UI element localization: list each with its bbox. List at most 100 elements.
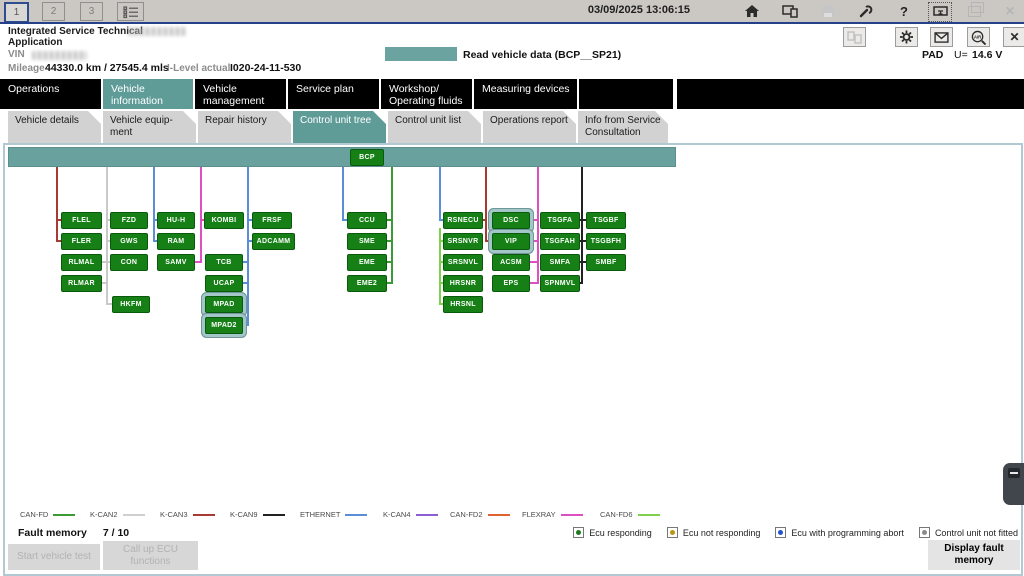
- sub-tab-repair-history[interactable]: Repair history: [198, 111, 291, 144]
- ecu-node-vip[interactable]: VIP: [492, 233, 530, 250]
- ecu-node-ucap[interactable]: UCAP: [205, 275, 243, 292]
- help-button[interactable]: ?: [893, 2, 915, 20]
- sub-tab-control-unit-list[interactable]: Control unit list: [388, 111, 481, 144]
- ecu-node-ccu[interactable]: CCU: [347, 212, 387, 229]
- bus-legend-k-can3: K-CAN3: [160, 510, 215, 519]
- ecu-node-tcb[interactable]: TCB: [205, 254, 243, 271]
- sub-tab-vehicle-equip-ment[interactable]: Vehicle equip- ment: [103, 111, 196, 144]
- ecu-node-tsgbf[interactable]: TSGBF: [586, 212, 626, 229]
- session-list-button[interactable]: [117, 2, 144, 21]
- start-vehicle-test-button[interactable]: Start vehicle test: [8, 544, 100, 570]
- close-icon: ✕: [1009, 31, 1019, 43]
- ecu-node-fzd[interactable]: FZD: [110, 212, 148, 229]
- window-restore-button[interactable]: [963, 2, 985, 20]
- ecu-node-root[interactable]: BCP: [350, 149, 384, 166]
- ecu-node-eme[interactable]: EME: [347, 254, 387, 271]
- ecu-node-ram[interactable]: RAM: [157, 233, 195, 250]
- ecu-node-con[interactable]: CON: [110, 254, 148, 271]
- ecu-node-tsgfah[interactable]: TSGFAH: [540, 233, 580, 250]
- gear-icon: [899, 30, 914, 44]
- bus-line-segment: [485, 240, 491, 242]
- status-legend-label: Ecu not responding: [683, 528, 761, 538]
- ecu-node-dsc[interactable]: DSC: [492, 212, 530, 229]
- settings-button[interactable]: [895, 27, 918, 47]
- transfer-button[interactable]: [843, 27, 866, 47]
- nav-tab-empty[interactable]: [579, 79, 673, 109]
- ecu-node-tsgbfh[interactable]: TSGBFH: [586, 233, 626, 250]
- question-icon: ?: [900, 4, 908, 19]
- ecu-node-srsnvr[interactable]: SRSNVR: [443, 233, 483, 250]
- ecu-node-fler[interactable]: FLER: [61, 233, 102, 250]
- status-legend-ecu-with-programming-abort: Ecu with programming abort: [775, 527, 904, 538]
- ecu-node-hu-h[interactable]: HU-H: [157, 212, 195, 229]
- divider: [0, 22, 1024, 24]
- page-tab-3[interactable]: 3: [80, 2, 103, 21]
- messages-button[interactable]: [930, 27, 953, 47]
- tools-button[interactable]: [856, 2, 878, 20]
- connection-manager-button[interactable]: [779, 2, 801, 20]
- ecu-node-acsm[interactable]: ACSM: [492, 254, 530, 271]
- nav-tab-service-plan[interactable]: Service plan: [288, 79, 379, 109]
- close-session-button[interactable]: ✕: [1003, 27, 1024, 47]
- status-legend-control-unit-not-fitted: Control unit not fitted: [919, 527, 1018, 538]
- call-up-ecu-functions-button[interactable]: Call up ECU functions: [103, 541, 198, 570]
- tree-zoom-control[interactable]: [1003, 463, 1024, 505]
- sub-tab-vehicle-details[interactable]: Vehicle details: [8, 111, 101, 144]
- pad-indicator: PAD: [922, 49, 943, 61]
- nav-tab-vehicle-information[interactable]: Vehicle information: [103, 79, 193, 109]
- ecu-node-samv[interactable]: SAMV: [157, 254, 195, 271]
- ecu-node-rlmal[interactable]: RLMAL: [61, 254, 102, 271]
- nav-tab-vehicle-management[interactable]: Vehicle management: [195, 79, 286, 109]
- ecu-node-hrsnr[interactable]: HRSNR: [443, 275, 483, 292]
- ecu-node-eme2[interactable]: EME2: [347, 275, 387, 292]
- bus-line-segment: [200, 167, 202, 263]
- ecu-node-smfa[interactable]: SMFA: [540, 254, 580, 271]
- app-title-line1: Integrated Service Technical: [8, 26, 143, 37]
- ecu-node-hkfm[interactable]: HKFM: [112, 296, 150, 313]
- sub-tab-control-unit-tree[interactable]: Control unit tree: [293, 111, 386, 144]
- nav-tab-operations[interactable]: Operations: [0, 79, 101, 109]
- redacted-text: [128, 27, 186, 36]
- ecu-node-hrsnl[interactable]: HRSNL: [443, 296, 483, 313]
- ecu-node-sme[interactable]: SME: [347, 233, 387, 250]
- ecu-node-rlmar[interactable]: RLMAR: [61, 275, 102, 292]
- ecu-node-mpad[interactable]: MPAD: [205, 296, 243, 313]
- ecu-node-gws[interactable]: GWS: [110, 233, 148, 250]
- status-dot-icon: [667, 527, 678, 538]
- mail-icon: [934, 32, 949, 43]
- ecu-node-spnmvl[interactable]: SPNMVL: [540, 275, 580, 292]
- page-tab-1[interactable]: 1: [4, 2, 29, 23]
- sub-tab-operations-report[interactable]: Operations report: [483, 111, 576, 144]
- ilevel-label: I-Level actual: [167, 63, 230, 74]
- window-close-button[interactable]: ✕: [999, 2, 1021, 20]
- bus-line-segment: [581, 167, 583, 284]
- sub-tab-info-from-service-consultation[interactable]: Info from Service Consultation: [578, 111, 668, 144]
- read-progress-bar: [385, 47, 457, 61]
- ecu-node-adcamm[interactable]: ADCAMM: [252, 233, 295, 250]
- bus-legend-color-line: [193, 514, 215, 516]
- fault-memory: Fault memory 7 / 10: [18, 527, 129, 539]
- content-panel: [3, 143, 1023, 576]
- bus-legend-label: CAN-FD6: [600, 510, 633, 519]
- ecu-node-flel[interactable]: FLEL: [61, 212, 102, 229]
- display-fault-memory-button[interactable]: Display fault memory: [928, 540, 1020, 570]
- ecu-node-srsnvl[interactable]: SRSNVL: [443, 254, 483, 271]
- ecu-node-tsgfa[interactable]: TSGFA: [540, 212, 580, 229]
- read-status: Read vehicle data (BCP__SP21): [463, 49, 621, 61]
- screen-select-button[interactable]: [928, 2, 952, 22]
- ecu-node-smbf[interactable]: SMBF: [586, 254, 626, 271]
- ecu-node-rsnecu[interactable]: RSNECU: [443, 212, 483, 229]
- ecu-node-frsf[interactable]: FRSF: [252, 212, 292, 229]
- print-button[interactable]: [817, 2, 839, 20]
- nav-tab-workshop-operating-fluids[interactable]: Workshop/ Operating fluids: [381, 79, 472, 109]
- nav-tab-measuring-devices[interactable]: Measuring devices: [474, 79, 577, 109]
- bus-legend-can-fd6: CAN-FD6: [600, 510, 660, 519]
- bus-legend-label: K-CAN2: [90, 510, 118, 519]
- bus-legend-color-line: [416, 514, 438, 516]
- ecu-node-kombi[interactable]: KOMBI: [204, 212, 244, 229]
- ecu-node-eps[interactable]: EPS: [492, 275, 530, 292]
- page-tab-2[interactable]: 2: [42, 2, 65, 21]
- home-button[interactable]: [741, 2, 763, 20]
- ecu-node-mpad2[interactable]: MPAD2: [205, 317, 243, 334]
- air-check-button[interactable]: AIR: [967, 27, 990, 47]
